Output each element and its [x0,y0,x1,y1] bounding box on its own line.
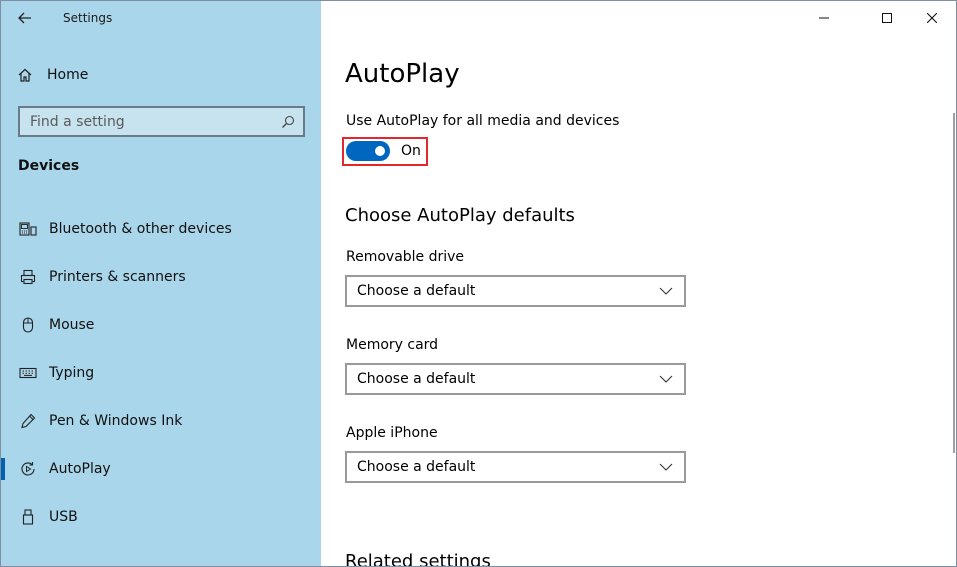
close-icon [927,13,937,23]
memory-card-dropdown[interactable]: Choose a default [345,363,686,395]
sidebar-item-label: AutoPlay [49,461,111,477]
sidebar-item-label: Bluetooth & other devices [49,221,232,237]
sidebar-item-usb[interactable]: USB [1,493,321,541]
chevron-down-icon [658,371,674,387]
bluetooth-devices-icon [18,219,38,239]
minimize-button[interactable] [801,1,847,35]
sidebar-item-autoplay[interactable]: AutoPlay [1,445,321,493]
related-settings-heading: Related settings [345,551,491,567]
minimize-icon [819,17,829,19]
scrollbar[interactable] [953,113,955,453]
dropdown-value: Choose a default [357,283,476,299]
app-title: Settings [63,11,113,25]
toggle-state-label: On [401,143,421,159]
memory-card-label: Memory card [346,337,439,353]
sidebar: Settings Home Devices [1,1,321,566]
toggle-knob [375,146,385,156]
sidebar-item-label: Pen & Windows Ink [49,413,183,429]
sidebar-item-pen[interactable]: Pen & Windows Ink [1,397,321,445]
sidebar-item-printers[interactable]: Printers & scanners [1,253,321,301]
keyboard-icon [18,363,38,383]
chevron-down-icon [658,459,674,475]
search-box[interactable] [18,106,305,137]
autoplay-toggle-label: Use AutoPlay for all media and devices [346,113,620,129]
apple-iphone-dropdown[interactable]: Choose a default [345,451,686,483]
sidebar-item-label: Mouse [49,317,95,333]
pen-icon [18,411,38,431]
sidebar-item-mouse[interactable]: Mouse [1,301,321,349]
section-heading: Devices [18,158,80,174]
apple-iphone-label: Apple iPhone [346,425,438,441]
home-nav-item[interactable]: Home [17,63,88,87]
home-icon [18,68,32,82]
autoplay-icon [18,459,38,479]
dropdown-value: Choose a default [357,371,476,387]
defaults-heading: Choose AutoPlay defaults [345,205,575,226]
home-label: Home [47,67,89,83]
search-icon[interactable] [281,115,295,129]
sidebar-item-label: Printers & scanners [49,269,186,285]
chevron-down-icon [658,283,674,299]
autoplay-toggle[interactable] [346,141,390,161]
usb-icon [18,507,38,527]
settings-window: Settings Home Devices [0,0,957,567]
maximize-button[interactable] [864,1,910,35]
mouse-icon [18,315,38,335]
sidebar-item-typing[interactable]: Typing [1,349,321,397]
removable-drive-label: Removable drive [346,249,465,265]
search-input[interactable] [30,113,281,130]
sidebar-item-label: USB [49,509,78,525]
page-title: AutoPlay [345,59,460,89]
nav-list: Bluetooth & other devices Printers & sca… [1,205,321,541]
removable-drive-dropdown[interactable]: Choose a default [345,275,686,307]
sidebar-item-label: Typing [49,365,95,381]
printer-icon [18,267,38,287]
main-content: AutoPlay Use AutoPlay for all media and … [321,1,956,567]
sidebar-item-bluetooth[interactable]: Bluetooth & other devices [1,205,321,253]
close-button[interactable] [909,1,955,35]
dropdown-value: Choose a default [357,459,476,475]
maximize-icon [882,13,892,23]
back-arrow-icon [18,12,31,24]
back-button[interactable] [11,5,39,31]
